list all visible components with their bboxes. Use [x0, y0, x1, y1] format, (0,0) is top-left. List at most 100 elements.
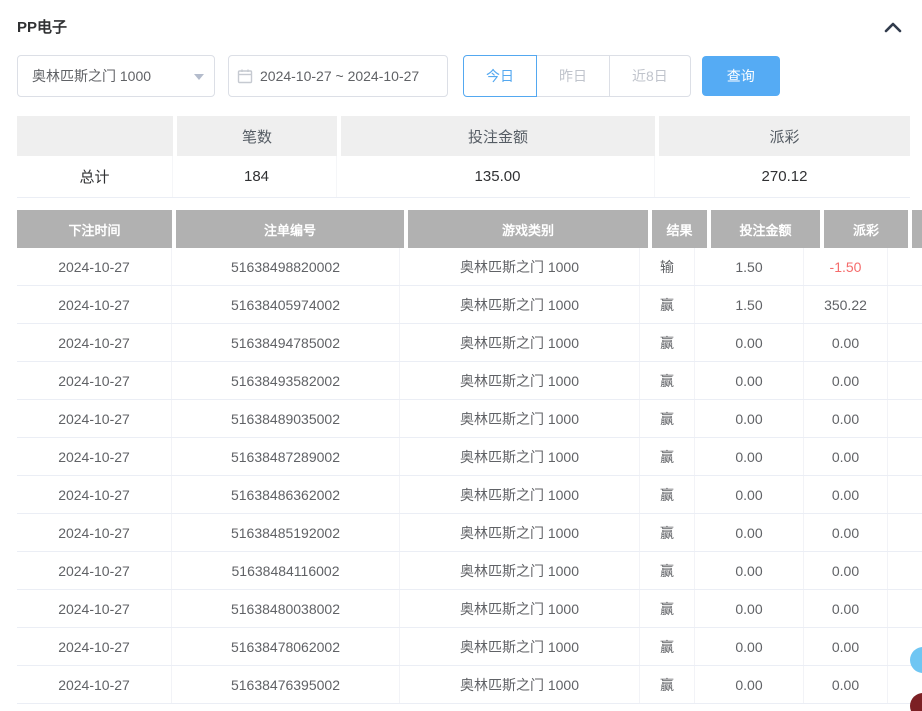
- cell-bet-time: 2024-10-27: [17, 590, 172, 627]
- column-header-result: 结果: [652, 210, 707, 248]
- panel-header: PP电子: [0, 0, 922, 40]
- cell-result: 赢: [640, 476, 695, 513]
- summary-total-bet-amount: 135.00: [341, 156, 655, 197]
- column-header-clipped: [912, 210, 922, 248]
- cell-result: 赢: [640, 362, 695, 399]
- cell-bet-time: 2024-10-27: [17, 362, 172, 399]
- cell-bet-time: 2024-10-27: [17, 666, 172, 703]
- cell-bet-time: 2024-10-27: [17, 628, 172, 665]
- cell-bet-amount: 0.00: [695, 324, 804, 361]
- column-header-game-category: 游戏类别: [408, 210, 648, 248]
- cell-clipped: [888, 438, 922, 475]
- table-row: 2024-10-27 51638480038002 奥林匹斯之门 1000 赢 …: [17, 590, 922, 628]
- cell-bet-amount: 0.00: [695, 476, 804, 513]
- cell-bet-id: 51638476395002: [172, 666, 400, 703]
- cell-clipped: [888, 400, 922, 437]
- cell-bet-id: 51638405974002: [172, 286, 400, 323]
- cell-game-category: 奥林匹斯之门 1000: [400, 514, 640, 551]
- cell-result: 赢: [640, 438, 695, 475]
- cell-bet-amount: 1.50: [695, 286, 804, 323]
- cell-bet-id: 51638498820002: [172, 248, 400, 285]
- cell-bet-amount: 0.00: [695, 552, 804, 589]
- cell-result: 赢: [640, 628, 695, 665]
- last-8-days-button[interactable]: 近8日: [610, 55, 691, 97]
- table-row: 2024-10-27 51638493582002 奥林匹斯之门 1000 赢 …: [17, 362, 922, 400]
- cell-bet-id: 51638480038002: [172, 590, 400, 627]
- cell-payout: 0.00: [804, 400, 888, 437]
- cell-bet-id: 51638485192002: [172, 514, 400, 551]
- cell-game-category: 奥林匹斯之门 1000: [400, 438, 640, 475]
- game-select[interactable]: 奥林匹斯之门 1000: [17, 55, 215, 97]
- cell-bet-amount: 0.00: [695, 514, 804, 551]
- cell-game-category: 奥林匹斯之门 1000: [400, 286, 640, 323]
- table-row: 2024-10-27 51638494785002 奥林匹斯之门 1000 赢 …: [17, 324, 922, 362]
- bets-table-header: 下注时间 注单编号 游戏类别 结果 投注金额 派彩: [17, 210, 922, 248]
- cell-result: 赢: [640, 590, 695, 627]
- quick-date-buttons: 今日 昨日 近8日: [463, 55, 691, 97]
- cell-bet-id: 51638487289002: [172, 438, 400, 475]
- cell-payout: 0.00: [804, 514, 888, 551]
- table-row: 2024-10-27 51638478062002 奥林匹斯之门 1000 赢 …: [17, 628, 922, 666]
- column-header-payout: 派彩: [824, 210, 908, 248]
- cell-game-category: 奥林匹斯之门 1000: [400, 324, 640, 361]
- summary-header-count: 笔数: [177, 116, 337, 156]
- cell-payout: 0.00: [804, 438, 888, 475]
- cell-game-category: 奥林匹斯之门 1000: [400, 476, 640, 513]
- cell-bet-amount: 0.00: [695, 590, 804, 627]
- cell-result: 输: [640, 248, 695, 285]
- game-select-value: 奥林匹斯之门 1000: [32, 66, 151, 86]
- cell-bet-amount: 1.50: [695, 248, 804, 285]
- cell-bet-time: 2024-10-27: [17, 400, 172, 437]
- cell-clipped: [888, 514, 922, 551]
- cell-bet-id: 51638494785002: [172, 324, 400, 361]
- chevron-up-icon: [884, 21, 902, 33]
- chevron-down-icon: [194, 74, 204, 80]
- cell-bet-id: 51638486362002: [172, 476, 400, 513]
- collapse-panel-button[interactable]: [881, 15, 905, 39]
- cell-payout: 350.22: [804, 286, 888, 323]
- cell-result: 赢: [640, 324, 695, 361]
- cell-clipped: [888, 362, 922, 399]
- cell-bet-time: 2024-10-27: [17, 514, 172, 551]
- cell-game-category: 奥林匹斯之门 1000: [400, 400, 640, 437]
- query-button[interactable]: 查询: [702, 56, 780, 96]
- table-row: 2024-10-27 51638489035002 奥林匹斯之门 1000 赢 …: [17, 400, 922, 438]
- cell-payout: 0.00: [804, 666, 888, 703]
- pp-electronic-panel: PP电子 奥林匹斯之门 1000 2024-10-27 ~ 2024-10-27…: [0, 0, 922, 711]
- cell-game-category: 奥林匹斯之门 1000: [400, 666, 640, 703]
- cell-bet-amount: 0.00: [695, 400, 804, 437]
- summary-header-empty: [17, 116, 173, 156]
- summary-total-label: 总计: [17, 156, 173, 197]
- cell-result: 赢: [640, 552, 695, 589]
- table-row: 2024-10-27 51638405974002 奥林匹斯之门 1000 赢 …: [17, 286, 922, 324]
- page-title: PP电子: [17, 16, 67, 37]
- date-range-value: 2024-10-27 ~ 2024-10-27: [260, 68, 419, 84]
- table-row: 2024-10-27 51638476395002 奥林匹斯之门 1000 赢 …: [17, 666, 922, 704]
- cell-clipped: [888, 476, 922, 513]
- cell-payout: 0.00: [804, 590, 888, 627]
- cell-game-category: 奥林匹斯之门 1000: [400, 362, 640, 399]
- today-button[interactable]: 今日: [463, 55, 537, 97]
- cell-clipped: [888, 552, 922, 589]
- filter-bar: 奥林匹斯之门 1000 2024-10-27 ~ 2024-10-27 今日 昨…: [0, 40, 922, 97]
- date-range-picker[interactable]: 2024-10-27 ~ 2024-10-27: [228, 55, 448, 97]
- summary-header-row: 笔数 投注金额 派彩: [17, 116, 910, 156]
- cell-payout: -1.50: [804, 248, 888, 285]
- cell-game-category: 奥林匹斯之门 1000: [400, 628, 640, 665]
- cell-result: 赢: [640, 286, 695, 323]
- summary-total-count: 184: [177, 156, 337, 197]
- cell-game-category: 奥林匹斯之门 1000: [400, 248, 640, 285]
- table-row: 2024-10-27 51638498820002 奥林匹斯之门 1000 输 …: [17, 248, 922, 286]
- bets-table-body: 2024-10-27 51638498820002 奥林匹斯之门 1000 输 …: [17, 248, 922, 704]
- yesterday-button[interactable]: 昨日: [537, 55, 610, 97]
- cell-bet-time: 2024-10-27: [17, 248, 172, 285]
- bets-table: 下注时间 注单编号 游戏类别 结果 投注金额 派彩 2024-10-27 516…: [17, 210, 922, 704]
- summary-total-row: 总计 184 135.00 270.12: [17, 156, 910, 198]
- cell-bet-amount: 0.00: [695, 362, 804, 399]
- summary-header-bet-amount: 投注金额: [341, 116, 655, 156]
- cell-result: 赢: [640, 666, 695, 703]
- cell-bet-amount: 0.00: [695, 628, 804, 665]
- column-header-bet-amount: 投注金额: [711, 210, 820, 248]
- cell-result: 赢: [640, 514, 695, 551]
- table-row: 2024-10-27 51638484116002 奥林匹斯之门 1000 赢 …: [17, 552, 922, 590]
